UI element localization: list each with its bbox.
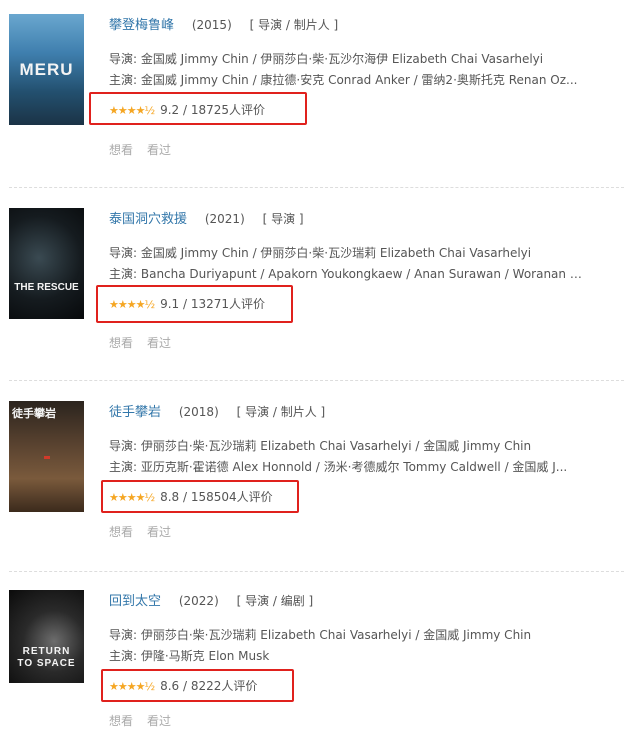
poster-title: RETURN TO SPACE — [17, 646, 76, 669]
film-year: (2022) — [178, 594, 219, 608]
film-actions: 想看 看过 — [109, 141, 185, 158]
film-cast: 主演: 伊隆·马斯克 Elon Musk — [109, 649, 270, 663]
watched-button[interactable]: 看过 — [147, 336, 171, 350]
rating-stars-icon: ★★★★½ — [109, 104, 155, 117]
poster-title: 徒手攀岩 — [12, 408, 56, 420]
film-cast: 主演: Bancha Duriyapunt / Apakorn Youkongk… — [109, 267, 589, 281]
film-actions: 想看 看过 — [109, 523, 185, 540]
watched-button[interactable]: 看过 — [147, 714, 171, 728]
film-actions: 想看 看过 — [109, 712, 185, 729]
film-title-link[interactable]: 回到太空 — [109, 594, 161, 609]
rating-text: 8.8 / 158504人评价 — [160, 490, 273, 504]
film-rating: ★★★★½ 8.6 / 8222人评价 — [109, 677, 257, 694]
watched-button[interactable]: 看过 — [147, 143, 171, 157]
poster-title: MERU — [19, 60, 74, 79]
film-directors: 导演: 伊丽莎白·柴·瓦沙瑞莉 Elizabeth Chai Vasarhely… — [109, 628, 532, 642]
want-to-watch-button[interactable]: 想看 — [109, 525, 133, 539]
rating-stars-icon: ★★★★½ — [109, 680, 155, 693]
film-rating: ★★★★½ 9.1 / 13271人评价 — [109, 295, 265, 312]
film-year: (2018) — [178, 405, 219, 419]
rating-text: 8.6 / 8222人评价 — [160, 679, 258, 693]
film-rating: ★★★★½ 8.8 / 158504人评价 — [109, 488, 273, 505]
want-to-watch-button[interactable]: 想看 — [109, 143, 133, 157]
rating-stars-icon: ★★★★½ — [109, 298, 155, 311]
film-directors: 导演: 金国威 Jimmy Chin / 伊丽莎白·柴·瓦沙尔海伊 Elizab… — [109, 52, 544, 66]
film-title-link[interactable]: 攀登梅鲁峰 — [109, 18, 174, 33]
want-to-watch-button[interactable]: 想看 — [109, 714, 133, 728]
film-poster[interactable]: RETURN TO SPACE — [9, 590, 84, 683]
film-directors: 导演: 伊丽莎白·柴·瓦沙瑞莉 Elizabeth Chai Vasarhely… — [109, 439, 532, 453]
film-year: (2015) — [191, 18, 232, 32]
film-cast: 主演: 亚历克斯·霍诺德 Alex Honnold / 汤米·考德威尔 Tomm… — [109, 460, 568, 474]
poster-title: THE RESCUE — [14, 282, 79, 293]
film-poster[interactable]: 徒手攀岩 — [9, 401, 84, 512]
film-roles: [ 导演 / 制片人 ] — [249, 18, 339, 32]
rating-text: 9.1 / 13271人评价 — [160, 297, 266, 311]
film-directors: 导演: 金国威 Jimmy Chin / 伊丽莎白·柴·瓦沙瑞莉 Elizabe… — [109, 246, 532, 260]
rating-stars-icon: ★★★★½ — [109, 491, 155, 504]
divider — [9, 187, 624, 188]
watched-button[interactable]: 看过 — [147, 525, 171, 539]
film-year: (2021) — [204, 212, 245, 226]
film-poster[interactable]: MERU — [9, 14, 84, 125]
film-roles: [ 导演 / 编剧 ] — [236, 594, 314, 608]
film-roles: [ 导演 / 制片人 ] — [236, 405, 326, 419]
film-title-link[interactable]: 泰国洞穴救援 — [109, 212, 187, 227]
divider — [9, 571, 624, 572]
film-cast: 主演: 金国威 Jimmy Chin / 康拉德·安克 Conrad Anker… — [109, 73, 578, 87]
want-to-watch-button[interactable]: 想看 — [109, 336, 133, 350]
film-poster[interactable]: THE RESCUE — [9, 208, 84, 319]
film-actions: 想看 看过 — [109, 334, 185, 351]
film-title-link[interactable]: 徒手攀岩 — [109, 405, 161, 420]
film-rating: ★★★★½ 9.2 / 18725人评价 — [109, 101, 265, 118]
film-roles: [ 导演 ] — [262, 212, 304, 226]
rating-text: 9.2 / 18725人评价 — [160, 103, 266, 117]
divider — [9, 380, 624, 381]
